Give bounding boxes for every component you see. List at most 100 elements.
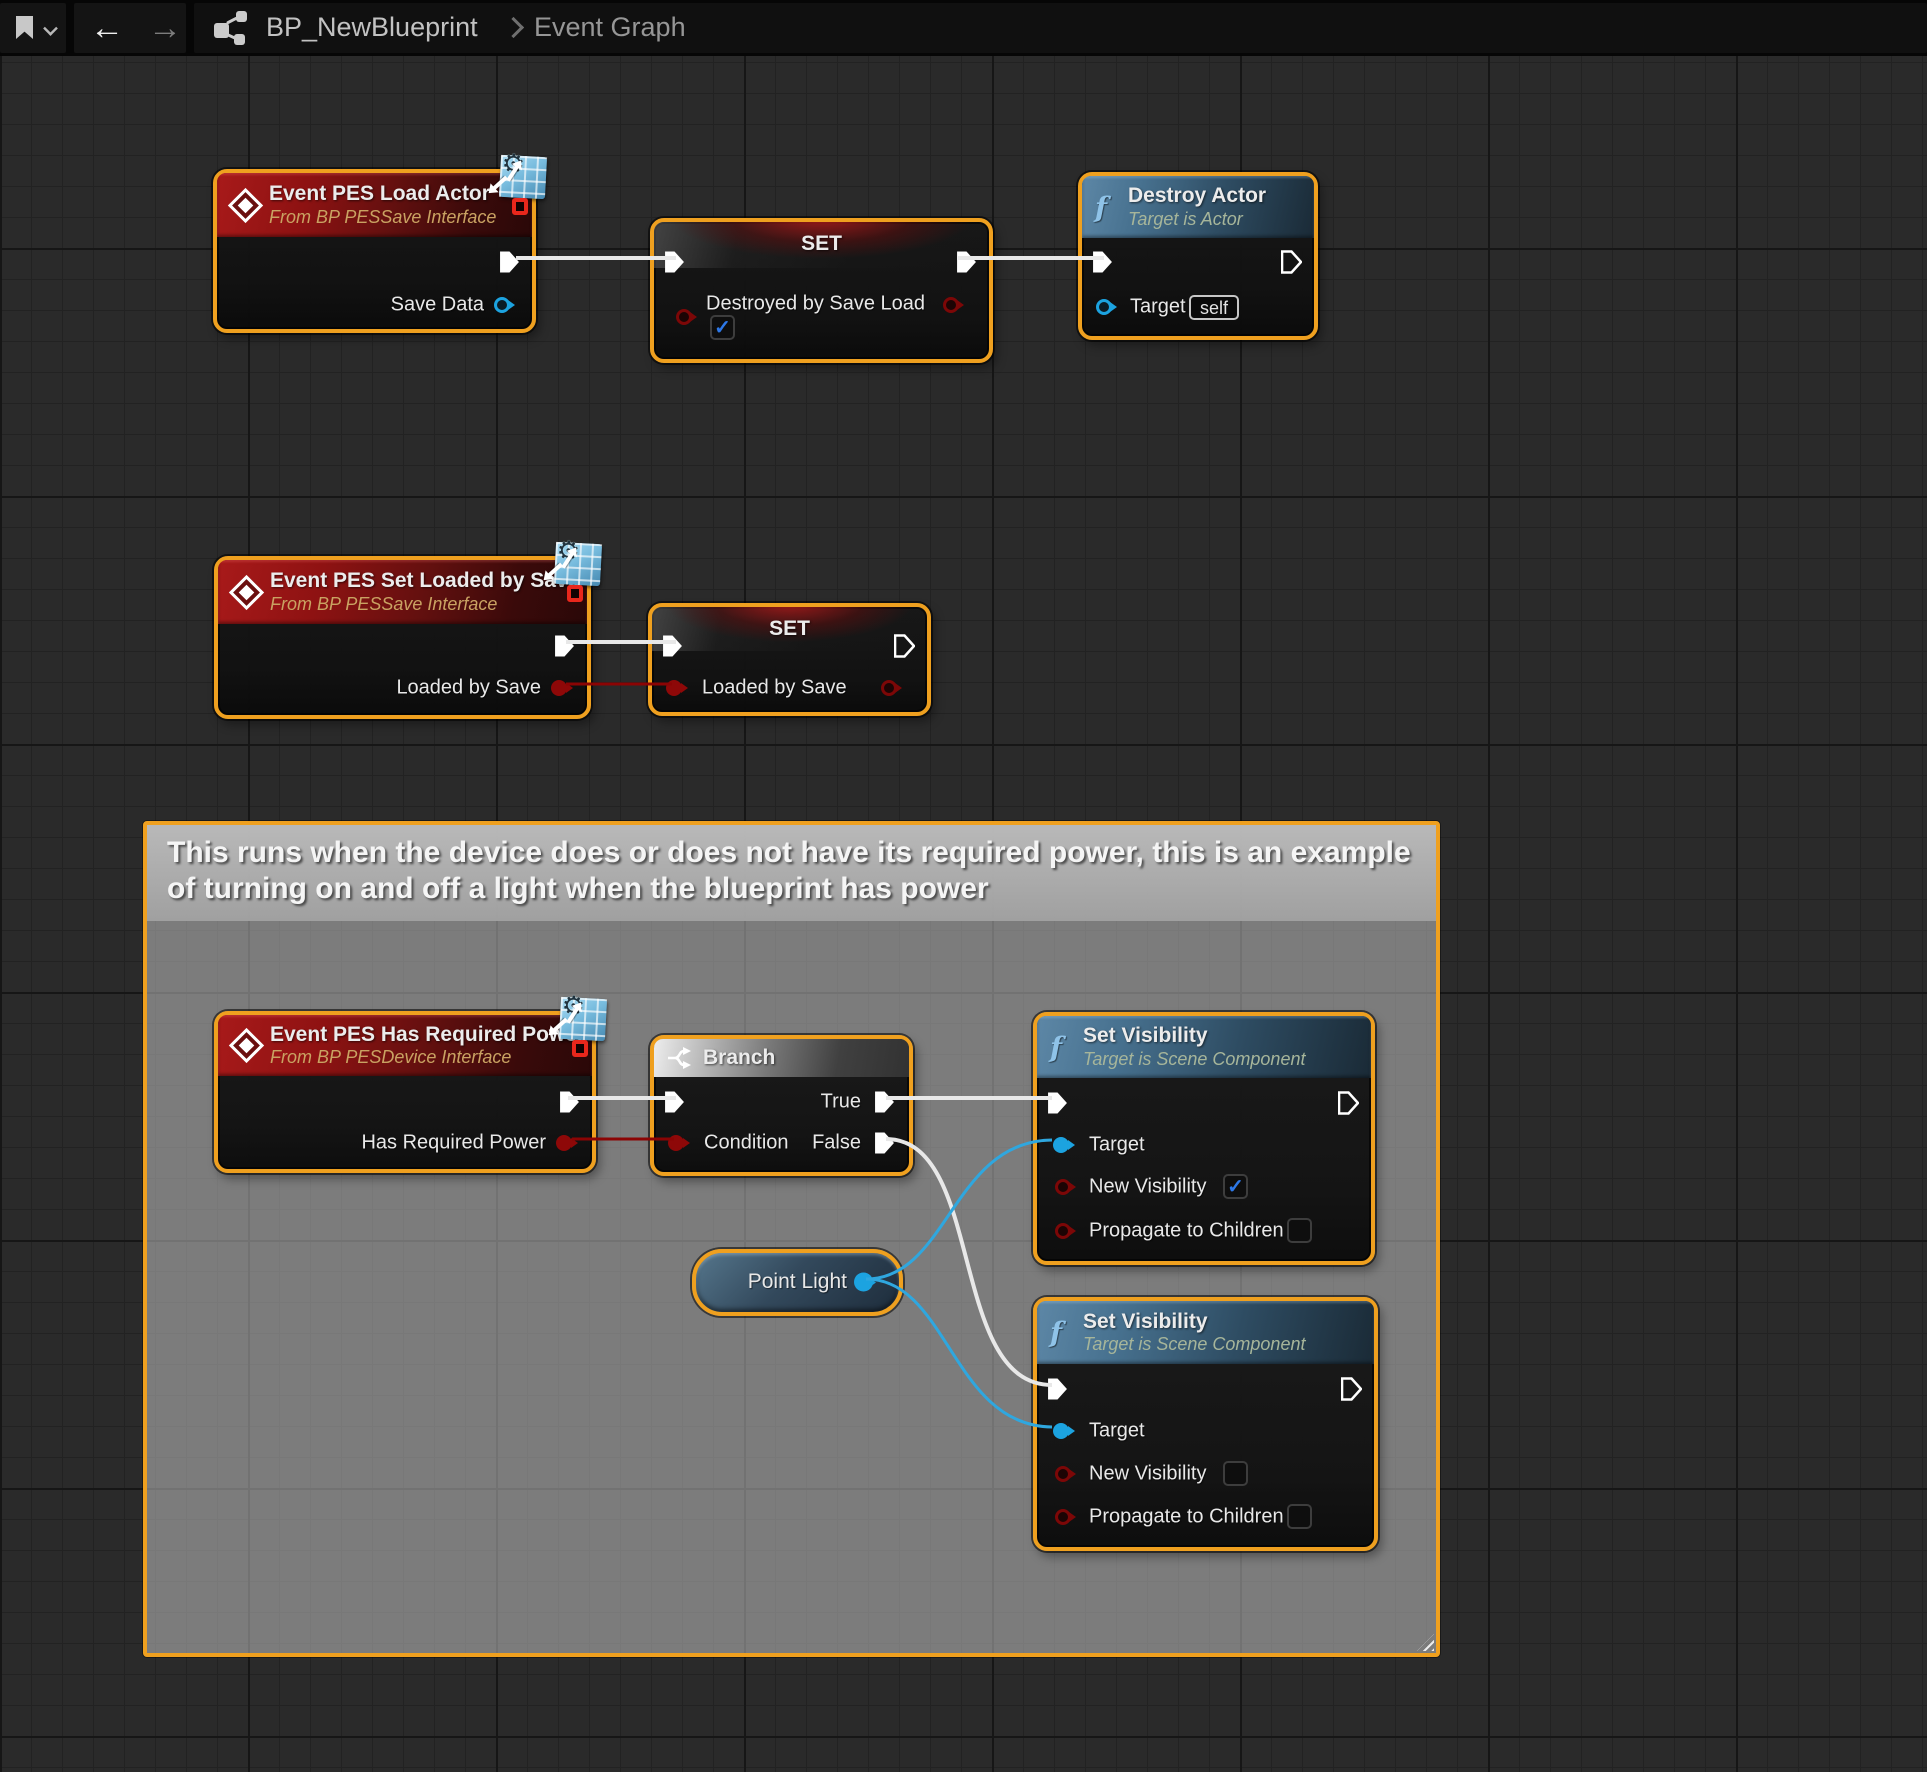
node-title: Event PES Set Loaded by Save xyxy=(270,568,579,594)
node-subtitle: Target is Scene Component xyxy=(1083,1049,1305,1071)
false-exec-pin[interactable] xyxy=(874,1131,895,1155)
node-subtitle: From BP PESDevice Interface xyxy=(270,1047,585,1069)
pin-label: Condition xyxy=(704,1132,789,1155)
node-title: Set Visibility xyxy=(1083,1023,1305,1049)
pin-label: Propagate to Children xyxy=(1089,1220,1284,1243)
pin-label: Has Required Power xyxy=(361,1132,546,1155)
exec-in-pin[interactable] xyxy=(664,1090,685,1114)
node-title: Event PES Load Actor xyxy=(269,181,496,207)
point-light-out-pin[interactable] xyxy=(854,1273,873,1292)
debug-stop-icon xyxy=(512,198,528,215)
target-default-value[interactable]: self xyxy=(1189,295,1239,320)
debug-stop-icon xyxy=(572,1040,588,1057)
new-visibility-pin[interactable] xyxy=(1055,1179,1071,1195)
pin-label: False xyxy=(812,1132,861,1155)
new-visibility-checkbox[interactable] xyxy=(1223,1461,1248,1486)
back-button[interactable]: ← xyxy=(90,4,124,52)
exec-out-pin[interactable] xyxy=(956,250,977,274)
event-icon xyxy=(228,187,263,222)
top-toolbar: ← → BP_NewBlueprint Event Graph xyxy=(0,0,1927,56)
node-subtitle: Target is Actor xyxy=(1128,209,1266,231)
event-icon xyxy=(229,1028,264,1063)
breadcrumb-event-graph[interactable]: Event Graph xyxy=(534,12,686,43)
comment-title[interactable]: This runs when the device does or does n… xyxy=(147,825,1436,921)
node-subtitle: Target is Scene Component xyxy=(1083,1334,1305,1356)
node-set-visibility-top[interactable]: Set Visibility Target is Scene Component… xyxy=(1033,1012,1375,1265)
pin-label: True xyxy=(821,1091,861,1114)
condition-pin[interactable] xyxy=(668,1135,684,1151)
event-icon xyxy=(229,574,264,609)
interface-event-icon: ⚙ xyxy=(554,542,602,586)
node-subtitle: From BP PESSave Interface xyxy=(269,207,496,229)
destroyed-out-pin[interactable] xyxy=(943,297,959,313)
node-set-visibility-bottom[interactable]: Set Visibility Target is Scene Component… xyxy=(1033,1297,1378,1551)
function-icon xyxy=(1095,191,1117,224)
pin-label: Target xyxy=(1089,1420,1145,1443)
variable-label: Point Light xyxy=(748,1270,847,1294)
exec-out-pin[interactable] xyxy=(554,634,575,658)
node-title: Event PES Has Required Power xyxy=(270,1022,585,1048)
exec-in-pin[interactable] xyxy=(664,250,685,274)
has-required-power-pin[interactable] xyxy=(556,1135,572,1151)
pin-label: Target xyxy=(1130,296,1186,319)
comment-resize-handle[interactable] xyxy=(1417,1634,1434,1651)
forward-button[interactable]: → xyxy=(148,4,182,52)
breadcrumb-blueprint[interactable]: BP_NewBlueprint xyxy=(266,12,478,43)
exec-out-pin[interactable] xyxy=(559,1090,580,1114)
pin-label: Destroyed by Save Load xyxy=(706,293,925,316)
function-icon xyxy=(1050,1031,1072,1064)
node-event-pes-set-loaded-by-save[interactable]: Event PES Set Loaded by Save From BP PES… xyxy=(214,556,591,719)
node-event-pes-load-actor[interactable]: Event PES Load Actor From BP PESSave Int… xyxy=(213,169,536,333)
save-data-pin[interactable] xyxy=(494,297,510,313)
new-visibility-pin[interactable] xyxy=(1055,1466,1071,1482)
blueprint-graph-icon xyxy=(214,11,248,45)
pin-label: Loaded by Save xyxy=(702,677,847,700)
loaded-out-pin[interactable] xyxy=(881,680,897,696)
node-title: Set Visibility xyxy=(1083,1309,1305,1335)
propagate-checkbox[interactable] xyxy=(1287,1218,1312,1243)
node-destroy-actor[interactable]: Destroy Actor Target is Actor Target sel… xyxy=(1078,172,1318,340)
node-title: SET xyxy=(654,232,989,256)
branch-icon xyxy=(667,1045,695,1071)
propagate-pin[interactable] xyxy=(1055,1223,1071,1239)
new-visibility-checkbox[interactable] xyxy=(1223,1174,1248,1199)
target-pin[interactable] xyxy=(1053,1423,1069,1439)
true-exec-pin[interactable] xyxy=(874,1090,895,1114)
function-icon xyxy=(1050,1316,1072,1349)
exec-in-pin[interactable] xyxy=(1047,1091,1068,1115)
node-subtitle: From BP PESSave Interface xyxy=(270,594,579,616)
node-title: Branch xyxy=(703,1046,775,1070)
exec-out-pin[interactable] xyxy=(1341,1377,1362,1401)
node-title: SET xyxy=(652,617,927,641)
loaded-in-pin[interactable] xyxy=(666,680,682,696)
exec-in-pin[interactable] xyxy=(662,634,683,658)
exec-in-pin[interactable] xyxy=(1047,1377,1068,1401)
interface-event-icon: ⚙ xyxy=(559,997,607,1041)
propagate-checkbox[interactable] xyxy=(1287,1504,1312,1529)
destroyed-in-pin[interactable] xyxy=(676,309,692,325)
pin-label: Target xyxy=(1089,1134,1145,1157)
pin-label: New Visibility xyxy=(1089,1176,1206,1199)
pin-label: Save Data xyxy=(391,294,484,317)
exec-out-pin[interactable] xyxy=(1338,1091,1359,1115)
interface-event-icon: ⚙ xyxy=(499,155,547,199)
exec-out-pin[interactable] xyxy=(894,634,915,658)
pin-label: New Visibility xyxy=(1089,1463,1206,1486)
node-set-destroyed-by-save-load[interactable]: SET Destroyed by Save Load xyxy=(650,218,993,363)
pin-label: Loaded by Save xyxy=(396,677,541,700)
destroyed-checkbox[interactable] xyxy=(710,315,735,340)
node-title: Destroy Actor xyxy=(1128,183,1266,209)
pin-label: Propagate to Children xyxy=(1089,1506,1284,1529)
node-set-loaded-by-save[interactable]: SET Loaded by Save xyxy=(648,603,931,716)
target-pin[interactable] xyxy=(1053,1137,1069,1153)
exec-in-pin[interactable] xyxy=(1092,250,1113,274)
loaded-by-save-pin[interactable] xyxy=(551,680,567,696)
target-pin[interactable] xyxy=(1096,299,1112,315)
node-event-pes-has-required-power[interactable]: Event PES Has Required Power From BP PES… xyxy=(214,1011,596,1173)
node-branch[interactable]: Branch True Condition False xyxy=(650,1035,913,1176)
debug-stop-icon xyxy=(567,585,583,602)
exec-out-pin[interactable] xyxy=(499,250,520,274)
exec-out-pin[interactable] xyxy=(1281,250,1302,274)
node-point-light-variable[interactable]: Point Light xyxy=(692,1249,903,1316)
propagate-pin[interactable] xyxy=(1055,1509,1071,1525)
